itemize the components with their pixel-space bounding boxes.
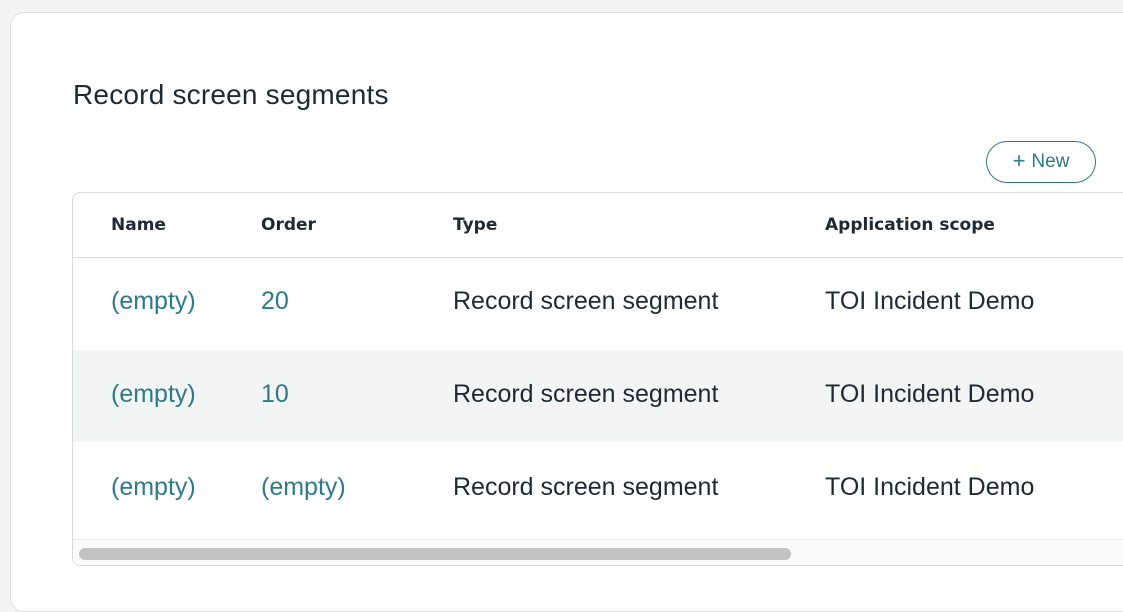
column-header-type[interactable]: Type bbox=[453, 215, 497, 235]
row-order-link[interactable]: 20 bbox=[261, 287, 289, 316]
section-title: Record screen segments bbox=[73, 79, 389, 110]
row-type: Record screen segment bbox=[453, 473, 719, 501]
plus-icon: + bbox=[1012, 148, 1026, 173]
table-row: (empty) 10 Record screen segment TOI Inc… bbox=[73, 350, 1123, 442]
horizontal-scrollbar[interactable] bbox=[73, 539, 1123, 565]
column-header-order[interactable]: Order bbox=[261, 215, 316, 235]
new-button[interactable]: + New bbox=[986, 141, 1096, 183]
column-header-name[interactable]: Name bbox=[111, 215, 166, 235]
new-button-label: New bbox=[1031, 151, 1070, 172]
row-order-link[interactable]: (empty) bbox=[261, 473, 346, 502]
table-header-row: Name Order Type Application scope bbox=[73, 193, 1123, 258]
column-header-application-scope[interactable]: Application scope bbox=[825, 215, 995, 235]
row-name-link[interactable]: (empty) bbox=[111, 473, 196, 502]
row-name-link[interactable]: (empty) bbox=[111, 380, 196, 409]
segments-table: Name Order Type Application scope (empty… bbox=[72, 192, 1123, 566]
table-row: (empty) (empty) Record screen segment TO… bbox=[73, 443, 1123, 535]
row-application-scope: TOI Incident Demo bbox=[825, 287, 1035, 315]
row-application-scope: TOI Incident Demo bbox=[825, 473, 1035, 501]
row-name-link[interactable]: (empty) bbox=[111, 287, 196, 316]
row-type: Record screen segment bbox=[453, 287, 719, 315]
row-application-scope: TOI Incident Demo bbox=[825, 380, 1035, 408]
row-type: Record screen segment bbox=[453, 380, 719, 408]
row-order-link[interactable]: 10 bbox=[261, 380, 289, 409]
horizontal-scrollbar-thumb[interactable] bbox=[79, 548, 791, 560]
table-row: (empty) 20 Record screen segment TOI Inc… bbox=[73, 257, 1123, 349]
